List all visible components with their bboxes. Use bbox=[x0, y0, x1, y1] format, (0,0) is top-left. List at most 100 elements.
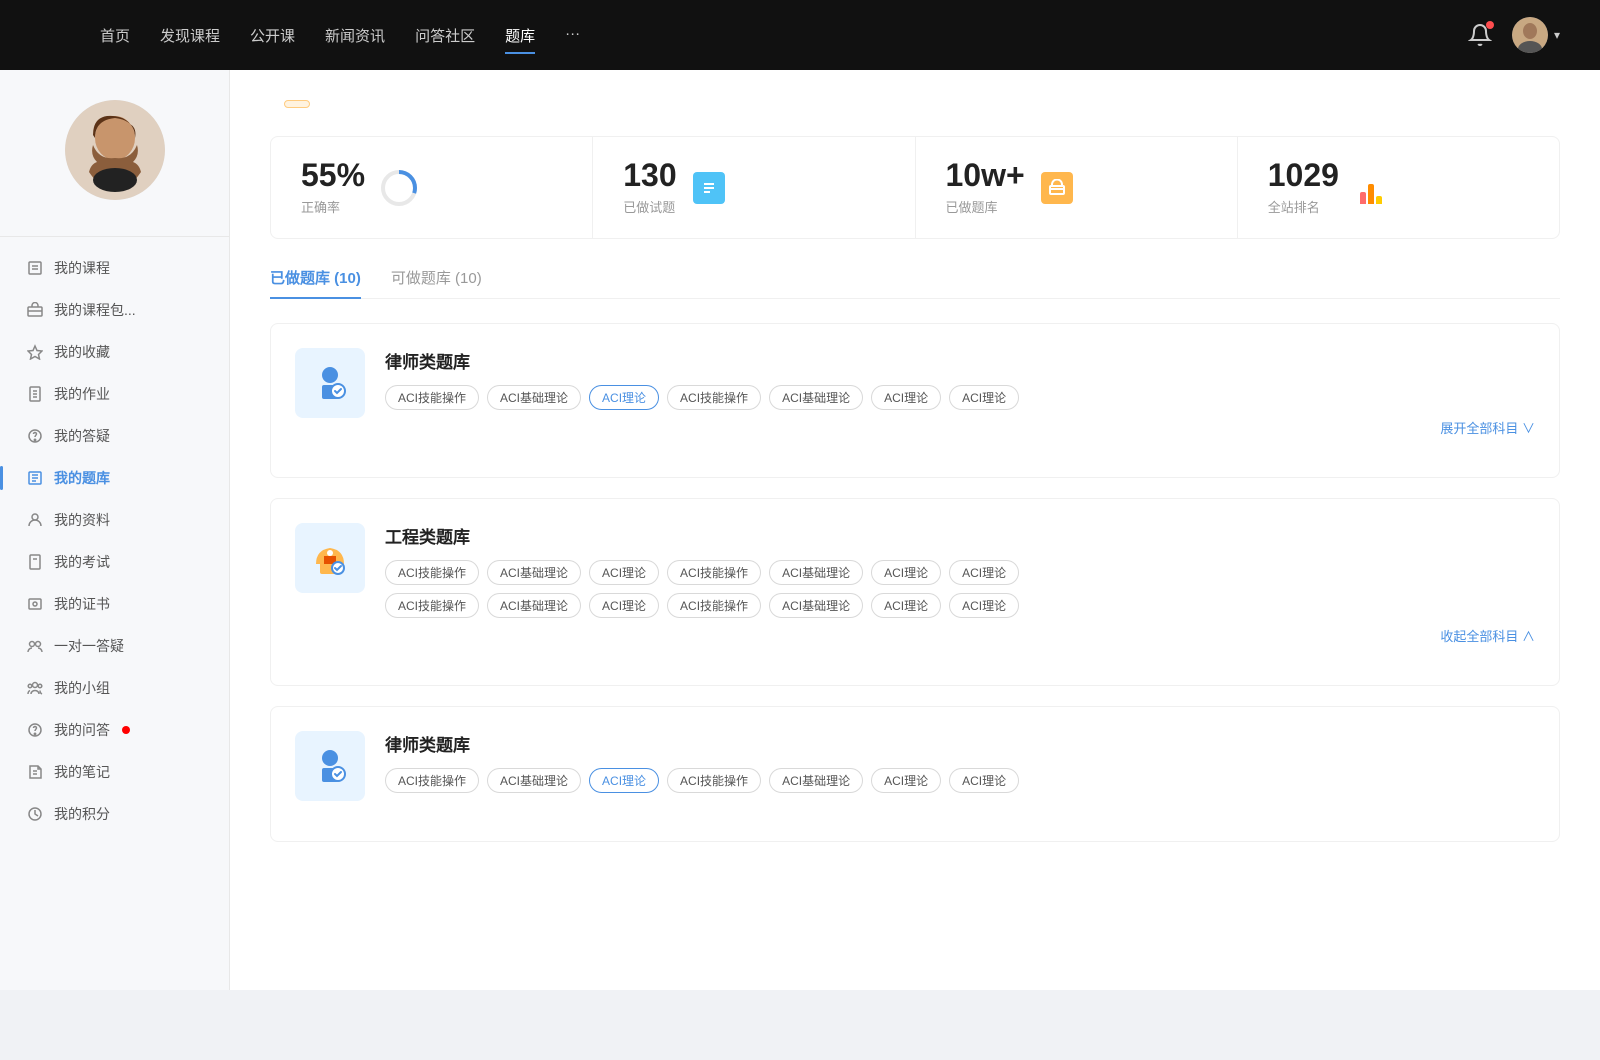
menu-label: 我的小组 bbox=[54, 678, 110, 698]
qbank-header: 工程类题库 ACI技能操作ACI基础理论ACI理论ACI技能操作ACI基础理论A… bbox=[295, 523, 1535, 645]
tag[interactable]: ACI理论 bbox=[589, 385, 659, 410]
user-avatar-menu[interactable]: ▾ bbox=[1512, 17, 1560, 53]
sidebar-item-qa[interactable]: 我的答疑 bbox=[10, 415, 219, 457]
stat-item-3: 1029 全站排名 bbox=[1238, 137, 1559, 238]
stat-text: 55% 正确率 bbox=[301, 159, 365, 216]
menu-label: 我的考试 bbox=[54, 552, 110, 572]
nav-item-题库[interactable]: 题库 bbox=[505, 21, 535, 50]
nav-item-新闻资讯[interactable]: 新闻资讯 bbox=[325, 21, 385, 50]
sidebar-item-exam[interactable]: 我的考试 bbox=[10, 541, 219, 583]
stat-label: 正确率 bbox=[301, 197, 365, 216]
tag[interactable]: ACI理论 bbox=[949, 768, 1019, 793]
main-content: 55% 正确率 130 已做试题 10w+ 已做题库 1029 全站排名 已做题… bbox=[230, 70, 1600, 990]
tag[interactable]: ACI技能操作 bbox=[667, 593, 761, 618]
tag[interactable]: ACI基础理论 bbox=[769, 560, 863, 585]
tags-row-1: ACI技能操作 ACI基础理论 ACI理论 ACI技能操作 ACI基础理论 ACI理论 AC… bbox=[385, 768, 1535, 793]
tag[interactable]: ACI理论 bbox=[871, 768, 941, 793]
nav-item-首页[interactable]: 首页 bbox=[100, 21, 130, 50]
tag[interactable]: ACI理论 bbox=[589, 768, 659, 793]
tag[interactable]: ACI理论 bbox=[871, 593, 941, 618]
sidebar-item-course[interactable]: 我的课程 bbox=[10, 247, 219, 289]
sidebar-item-qbank[interactable]: 我的题库 bbox=[10, 457, 219, 499]
stat-label: 已做试题 bbox=[623, 197, 676, 216]
qbank-icon bbox=[295, 348, 365, 418]
notes-icon bbox=[693, 172, 725, 204]
tag[interactable]: ACI理论 bbox=[589, 593, 659, 618]
menu-label: 我的证书 bbox=[54, 594, 110, 614]
tag[interactable]: ACI技能操作 bbox=[385, 385, 479, 410]
stat-item-2: 10w+ 已做题库 bbox=[916, 137, 1238, 238]
qa-icon bbox=[26, 427, 44, 445]
sidebar-item-question[interactable]: 我的问答 bbox=[10, 709, 219, 751]
qbank-list: 律师类题库 ACI技能操作ACI基础理论ACI理论ACI技能操作ACI基础理论A… bbox=[270, 323, 1560, 842]
tag[interactable]: ACI基础理论 bbox=[769, 593, 863, 618]
stat-text: 1029 全站排名 bbox=[1268, 159, 1339, 216]
tags-row-1: ACI技能操作 ACI基础理论 ACI理论 ACI技能操作 ACI基础理论 ACI理论 AC… bbox=[385, 560, 1535, 585]
sidebar-item-homework[interactable]: 我的作业 bbox=[10, 373, 219, 415]
menu-label: 我的作业 bbox=[54, 384, 110, 404]
nav-item-公开课[interactable]: 公开课 bbox=[250, 21, 295, 50]
qbank-card-0: 律师类题库 ACI技能操作ACI基础理论ACI理论ACI技能操作ACI基础理论A… bbox=[270, 323, 1560, 478]
menu-label: 我的课程 bbox=[54, 258, 110, 278]
tag[interactable]: ACI基础理论 bbox=[487, 593, 581, 618]
sidebar-item-material[interactable]: 我的资料 bbox=[10, 499, 219, 541]
navbar-right: ▾ bbox=[1448, 17, 1560, 53]
tag[interactable]: ACI技能操作 bbox=[385, 560, 479, 585]
nav-item-问答社区[interactable]: 问答社区 bbox=[415, 21, 475, 50]
notification-bell-icon[interactable] bbox=[1468, 23, 1492, 47]
nav-item-发现课程[interactable]: 发现课程 bbox=[160, 21, 220, 50]
exam-icon bbox=[26, 553, 44, 571]
tag[interactable]: ACI基础理论 bbox=[769, 768, 863, 793]
tag[interactable]: ACI技能操作 bbox=[667, 768, 761, 793]
qbank-icon bbox=[295, 731, 365, 801]
tag[interactable]: ACI基础理论 bbox=[487, 768, 581, 793]
tag[interactable]: ACI理论 bbox=[871, 385, 941, 410]
stat-value: 1029 bbox=[1268, 159, 1339, 191]
sidebar-item-one2one[interactable]: 一对一答疑 bbox=[10, 625, 219, 667]
tag[interactable]: ACI技能操作 bbox=[667, 560, 761, 585]
stats-row: 55% 正确率 130 已做试题 10w+ 已做题库 1029 全站排名 bbox=[270, 136, 1560, 239]
pie-chart-icon bbox=[381, 170, 417, 206]
star-icon bbox=[26, 343, 44, 361]
stat-value: 130 bbox=[623, 159, 676, 191]
sidebar-item-cert[interactable]: 我的证书 bbox=[10, 583, 219, 625]
qbank-icon bbox=[26, 469, 44, 487]
tag[interactable]: ACI理论 bbox=[949, 385, 1019, 410]
tag[interactable]: ACI理论 bbox=[949, 593, 1019, 618]
sidebar-item-package[interactable]: 我的课程包... bbox=[10, 289, 219, 331]
menu-label: 我的题库 bbox=[54, 468, 110, 488]
tag[interactable]: ACI技能操作 bbox=[385, 768, 479, 793]
expand-link[interactable]: 展开全部科目 ∨ bbox=[385, 418, 1535, 437]
tag[interactable]: ACI基础理论 bbox=[487, 560, 581, 585]
tag[interactable]: ACI理论 bbox=[871, 560, 941, 585]
tags-row-1: ACI技能操作 ACI基础理论 ACI理论 ACI技能操作 ACI基础理论 ACI理论 AC… bbox=[385, 385, 1535, 410]
qbank-info: 律师类题库 ACI技能操作ACI基础理论ACI理论ACI技能操作ACI基础理论A… bbox=[385, 731, 1535, 793]
tag[interactable]: ACI基础理论 bbox=[769, 385, 863, 410]
main-layout: 我的课程我的课程包... 我的收藏我的作业我的答疑我的题库我的资料我的考试我的证书… bbox=[0, 70, 1600, 990]
stat-item-0: 55% 正确率 bbox=[271, 137, 593, 238]
qbank-icon bbox=[295, 523, 365, 593]
tag[interactable]: ACI理论 bbox=[949, 560, 1019, 585]
one2one-icon bbox=[26, 637, 44, 655]
tab-0[interactable]: 已做题库 (10) bbox=[270, 267, 361, 298]
qbank-info: 律师类题库 ACI技能操作ACI基础理论ACI理论ACI技能操作ACI基础理论A… bbox=[385, 348, 1535, 437]
tag[interactable]: ACI理论 bbox=[589, 560, 659, 585]
menu-label: 我的收藏 bbox=[54, 342, 110, 362]
sidebar-item-star[interactable]: 我的收藏 bbox=[10, 331, 219, 373]
collapse-link[interactable]: 收起全部科目 ∧ bbox=[385, 626, 1535, 645]
stat-text: 130 已做试题 bbox=[623, 159, 676, 216]
sidebar-item-group[interactable]: 我的小组 bbox=[10, 667, 219, 709]
nav-menu: 首页 发现课程 公开课 新闻资讯 问答社区 题库 ··· bbox=[100, 21, 1448, 50]
menu-label: 一对一答疑 bbox=[54, 636, 124, 656]
qbank-card-1: 工程类题库 ACI技能操作ACI基础理论ACI理论ACI技能操作ACI基础理论A… bbox=[270, 498, 1560, 686]
nav-item-···[interactable]: ··· bbox=[565, 21, 580, 50]
tag[interactable]: ACI技能操作 bbox=[667, 385, 761, 410]
tab-1[interactable]: 可做题库 (10) bbox=[391, 267, 482, 298]
tag[interactable]: ACI技能操作 bbox=[385, 593, 479, 618]
qbank-info: 工程类题库 ACI技能操作ACI基础理论ACI理论ACI技能操作ACI基础理论A… bbox=[385, 523, 1535, 645]
menu-label: 我的课程包... bbox=[54, 300, 136, 320]
menu-label: 我的笔记 bbox=[54, 762, 110, 782]
tag[interactable]: ACI基础理论 bbox=[487, 385, 581, 410]
sidebar-item-note[interactable]: 我的笔记 bbox=[10, 751, 219, 793]
sidebar-item-points[interactable]: 我的积分 bbox=[10, 793, 219, 835]
